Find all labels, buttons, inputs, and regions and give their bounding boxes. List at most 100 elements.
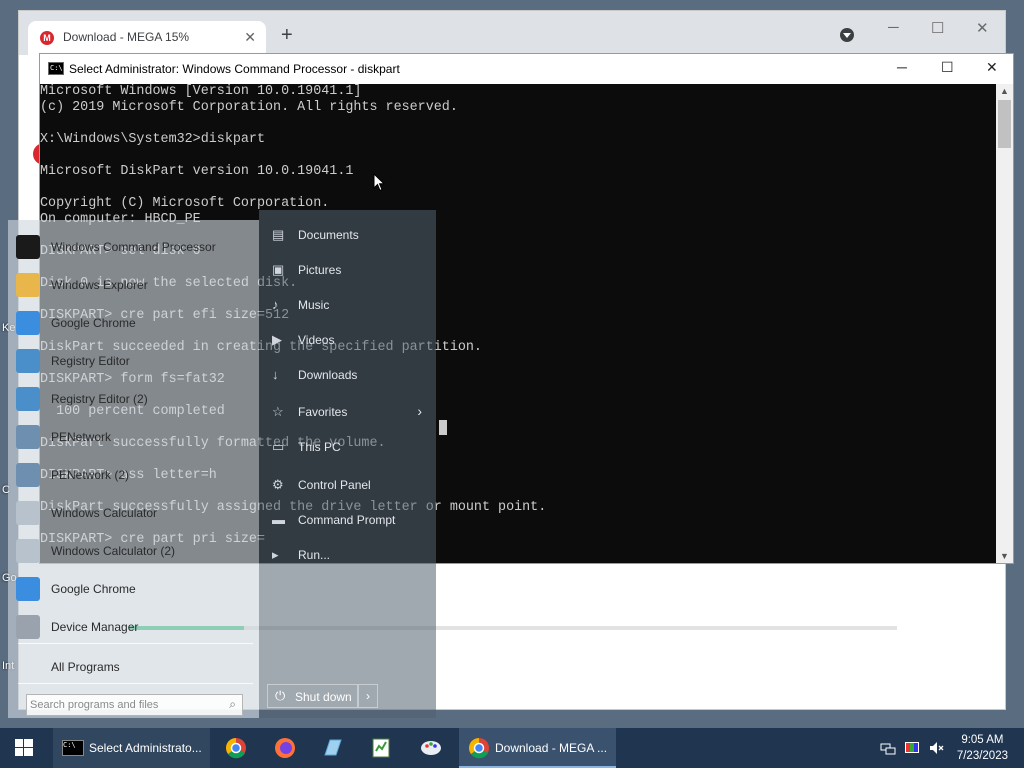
windows-logo-icon [15, 739, 33, 756]
taskbar-chrome-button[interactable]: Download - MEGA ... [459, 728, 616, 768]
clock-time: 9:05 AM [961, 734, 1004, 746]
program-label: Windows Calculator [51, 506, 158, 520]
start-menu-place-item[interactable]: ▬ Command Prompt [259, 505, 436, 535]
console-line: Microsoft Windows [Version 10.0.19041.1] [40, 84, 362, 99]
computer-icon: ▭ [272, 439, 285, 454]
cmd-icon [16, 235, 40, 259]
cmd-icon: C:\ [62, 740, 84, 756]
start-menu-place-item[interactable]: ♪ Music [259, 290, 436, 320]
notepad-icon[interactable] [370, 737, 392, 759]
program-label: Registry Editor [51, 354, 130, 368]
cmd-close-button[interactable]: ✕ [986, 59, 998, 76]
start-menu-place-item[interactable]: ☆ Favorites › [259, 397, 436, 427]
start-menu-place-item[interactable]: ▤ Documents [259, 220, 436, 250]
place-label: Music [298, 298, 330, 312]
console-line: (c) 2019 Microsoft Corporation. All righ… [40, 100, 458, 115]
start-menu-program-item[interactable]: Google Chrome [8, 570, 259, 608]
place-label: Command Prompt [298, 513, 396, 527]
scroll-down-icon[interactable]: ▼ [1000, 551, 1009, 561]
all-programs-label: All Programs [51, 660, 120, 674]
network-icon[interactable] [880, 740, 896, 756]
taskbar: C:\ Select Administrato... Download - ME… [0, 728, 1024, 768]
chrome-close-button[interactable]: ✕ [976, 19, 989, 37]
cmd-minimize-button[interactable]: ─ [897, 59, 907, 75]
tab-close-icon[interactable]: ✕ [244, 29, 256, 46]
start-menu-place-item[interactable]: ▶ Videos [259, 325, 436, 355]
program-label: PENetwork (2) [51, 468, 130, 482]
taskbar-cmd-button[interactable]: C:\ Select Administrato... [53, 728, 210, 768]
place-label: Run... [298, 548, 331, 562]
tab-search-chevron-icon[interactable] [840, 28, 854, 42]
start-menu-program-item[interactable]: Registry Editor [8, 342, 259, 380]
chrome-icon[interactable] [225, 737, 247, 759]
registry-icon [16, 387, 40, 411]
program-label: Google Chrome [51, 316, 136, 330]
start-menu-program-item[interactable]: PENetwork [8, 418, 259, 456]
calculator-icon [16, 539, 40, 563]
start-menu-program-item[interactable]: Windows Calculator [8, 494, 259, 532]
place-label: Control Panel [298, 478, 371, 492]
taskbar-chrome-label: Download - MEGA ... [495, 741, 608, 755]
document-icon: ▤ [272, 227, 285, 242]
cmd-maximize-button[interactable]: ☐ [941, 59, 954, 76]
network-icon [16, 463, 40, 487]
start-menu-program-item[interactable]: Registry Editor (2) [8, 380, 259, 418]
pictures-icon: ▣ [272, 262, 285, 277]
shutdown-button[interactable]: ⏻ Shut down [267, 684, 358, 708]
explorer-icon[interactable] [322, 737, 344, 759]
program-label: Device Manager [51, 620, 139, 634]
cmd-scrollbar[interactable]: ▲ ▼ [996, 84, 1013, 563]
search-placeholder: Search programs and files [30, 699, 159, 711]
paint-icon[interactable] [420, 737, 442, 759]
start-menu-program-item[interactable]: Windows Command Processor [8, 228, 259, 266]
cmd-window-title: Select Administrator: Windows Command Pr… [69, 62, 400, 76]
volume-muted-icon[interactable] [928, 740, 944, 756]
start-menu-program-item[interactable]: Google Chrome [8, 304, 259, 342]
taskbar-cmd-label: Select Administrato... [89, 741, 202, 755]
start-menu-program-item[interactable]: Windows Calculator (2) [8, 532, 259, 570]
all-programs-item[interactable]: All Programs [8, 648, 259, 686]
registry-icon [16, 349, 40, 373]
place-label: Videos [298, 333, 335, 347]
start-menu-program-item[interactable]: Windows Explorer [8, 266, 259, 304]
start-search-input[interactable]: Search programs and files ⌕ [26, 694, 243, 716]
folder-icon [16, 273, 40, 297]
place-label: This PC [298, 440, 341, 454]
start-menu-program-item[interactable]: Device Manager [8, 608, 259, 646]
start-button[interactable] [0, 728, 48, 768]
place-label: Documents [298, 228, 359, 242]
chrome-maximize-button[interactable]: ☐ [931, 19, 944, 37]
start-menu: Windows Command Processor Windows Explore… [8, 210, 436, 718]
new-tab-button[interactable]: + [281, 25, 293, 45]
start-menu-place-item[interactable]: ↓ Downloads [259, 360, 436, 390]
tab-mega-download[interactable]: M Download - MEGA 15% ✕ [28, 21, 266, 55]
start-menu-place-item[interactable]: ▭ This PC [259, 432, 436, 462]
start-menu-place-item[interactable]: ⚙ Control Panel [259, 470, 436, 500]
start-menu-program-item[interactable]: PENetwork (2) [8, 456, 259, 494]
network-icon [16, 425, 40, 449]
program-label: PENetwork [51, 430, 112, 444]
chrome-icon [16, 577, 40, 601]
cmd-icon: ▬ [272, 512, 285, 527]
mega-logo-icon: M [40, 31, 54, 45]
scroll-up-icon[interactable]: ▲ [1000, 86, 1009, 96]
start-menu-place-item[interactable]: ▸ Run... [259, 540, 436, 570]
start-menu-separator [18, 683, 253, 684]
tray-clock[interactable]: 9:05 AM 7/23/2023 [957, 732, 1008, 764]
run-icon: ▸ [272, 547, 279, 562]
mouse-pointer-icon [373, 173, 385, 192]
display-settings-icon[interactable] [904, 740, 920, 756]
downloads-icon: ↓ [272, 367, 279, 382]
start-menu-place-item[interactable]: ▣ Pictures [259, 255, 436, 285]
cmd-title-bar[interactable]: C:\ Select Administrator: Windows Comman… [40, 54, 1013, 84]
program-label: Windows Command Processor [51, 240, 216, 254]
chrome-minimize-button[interactable]: ─ [888, 19, 899, 36]
firefox-icon[interactable] [274, 737, 296, 759]
program-label: Windows Calculator (2) [51, 544, 176, 558]
device-manager-icon [16, 615, 40, 639]
scroll-thumb[interactable] [998, 100, 1011, 148]
shutdown-options-button[interactable]: › [358, 684, 378, 708]
